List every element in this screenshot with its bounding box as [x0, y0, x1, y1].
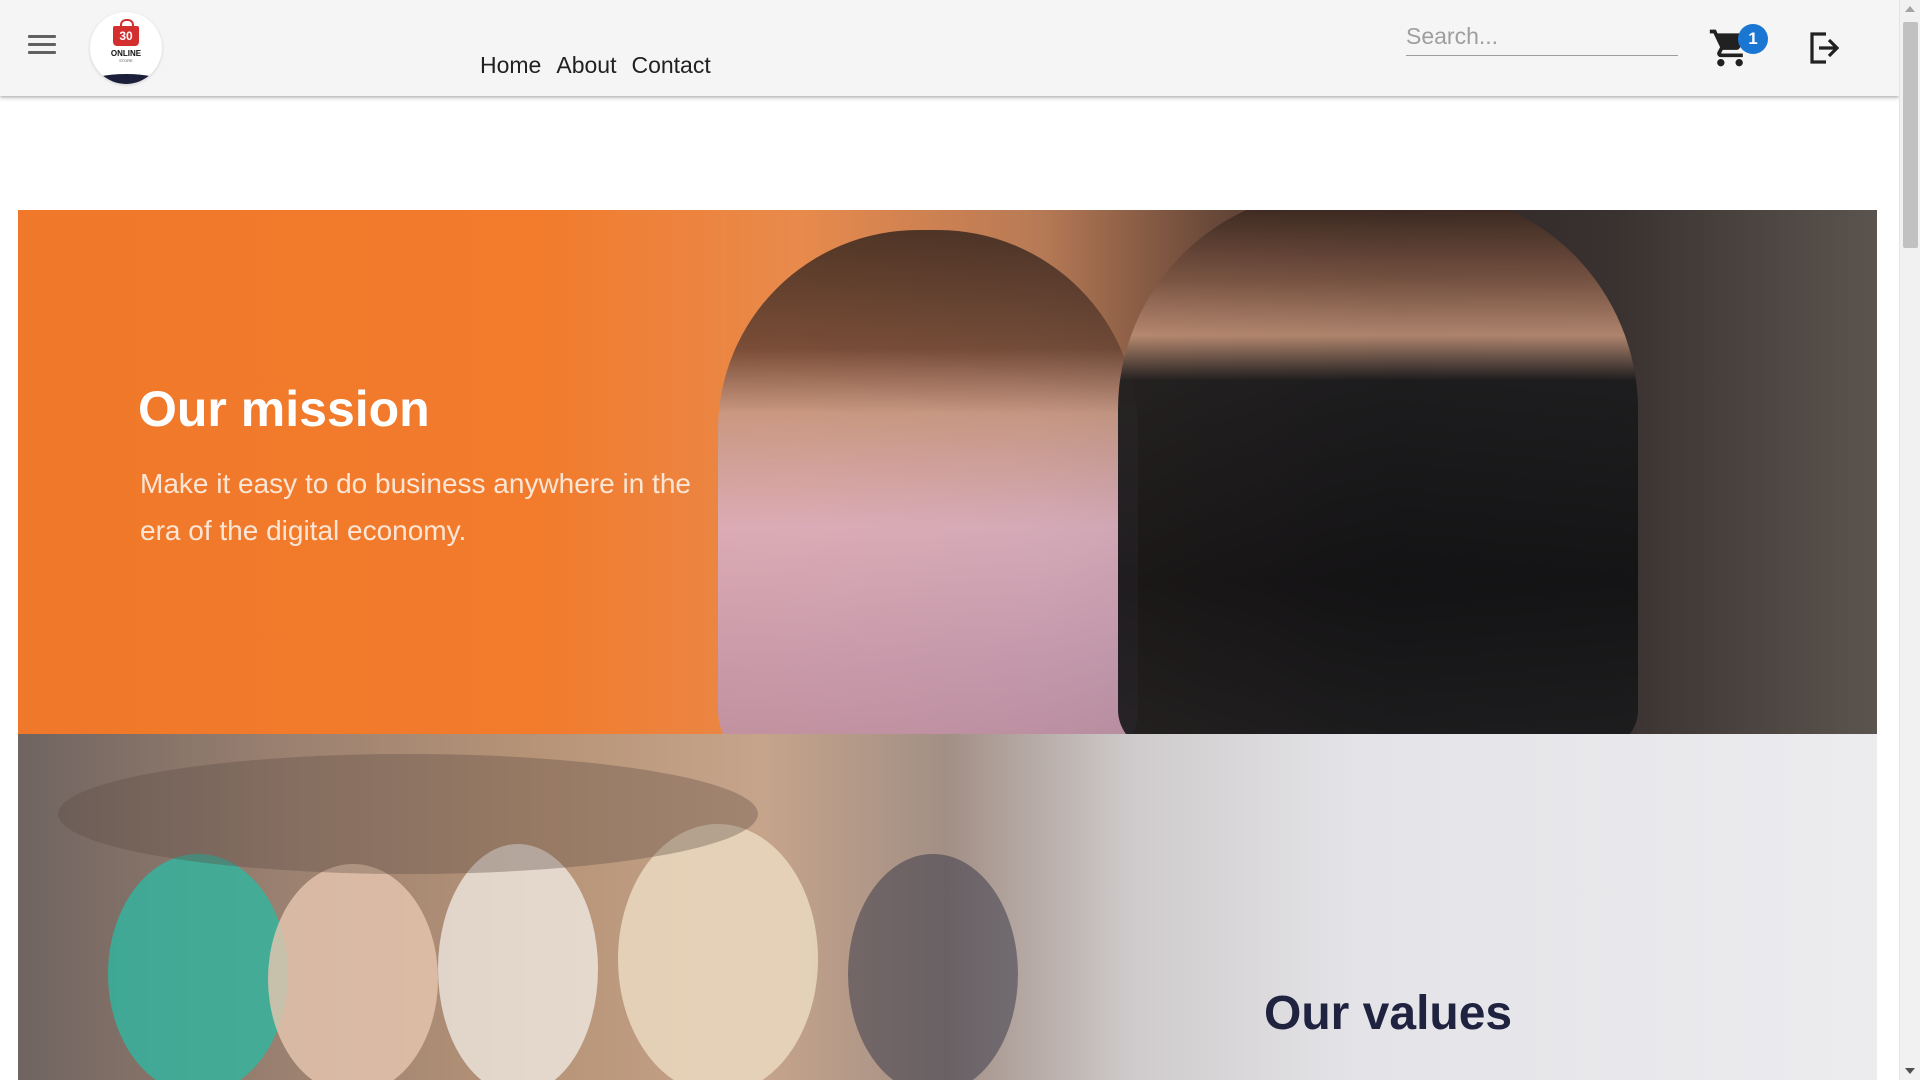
crowd-photo-shape: [268, 864, 438, 1080]
banner-photo-person: [1118, 210, 1638, 734]
banner-photo-person: [718, 230, 1138, 734]
vertical-scrollbar[interactable]: [1899, 0, 1920, 1080]
mission-banner: Our mission Make it easy to do business …: [18, 210, 1877, 734]
scroll-down-arrow-icon[interactable]: [1905, 1068, 1915, 1074]
cart-count-badge: 1: [1738, 24, 1768, 54]
logout-icon[interactable]: [1806, 28, 1842, 68]
nav-about[interactable]: About: [556, 52, 616, 79]
nav-home[interactable]: Home: [480, 52, 541, 79]
store-logo[interactable]: 30 ONLINE STORE: [90, 12, 162, 84]
crowd-photo-shape: [58, 754, 758, 874]
scroll-up-arrow-icon[interactable]: [1905, 6, 1915, 12]
crowd-photo-shape: [618, 824, 818, 1080]
values-banner: Our values: [18, 734, 1877, 1080]
nav-contact[interactable]: Contact: [631, 52, 710, 79]
crowd-photo-shape: [438, 844, 598, 1080]
scroll-thumb[interactable]: [1903, 22, 1918, 248]
top-app-bar: 30 ONLINE STORE Home About Contact 1: [0, 0, 1899, 96]
logo-subtitle: STORE: [119, 58, 133, 63]
mission-text: Make it easy to do business anywhere in …: [140, 468, 691, 546]
shopping-bag-icon: 30: [113, 19, 139, 46]
crowd-photo-shape: [848, 854, 1018, 1080]
logo-name: ONLINE: [110, 49, 142, 58]
values-title: Our values: [1264, 987, 1513, 1040]
main-nav: Home About Contact: [480, 52, 711, 79]
logo-base: [90, 74, 162, 84]
mission-title: Our mission: [138, 381, 430, 437]
crowd-photo-shape: [108, 854, 288, 1080]
search-input[interactable]: [1406, 18, 1678, 56]
viewport: 30 ONLINE STORE Home About Contact 1: [0, 0, 1899, 1080]
menu-icon[interactable]: [22, 30, 62, 66]
